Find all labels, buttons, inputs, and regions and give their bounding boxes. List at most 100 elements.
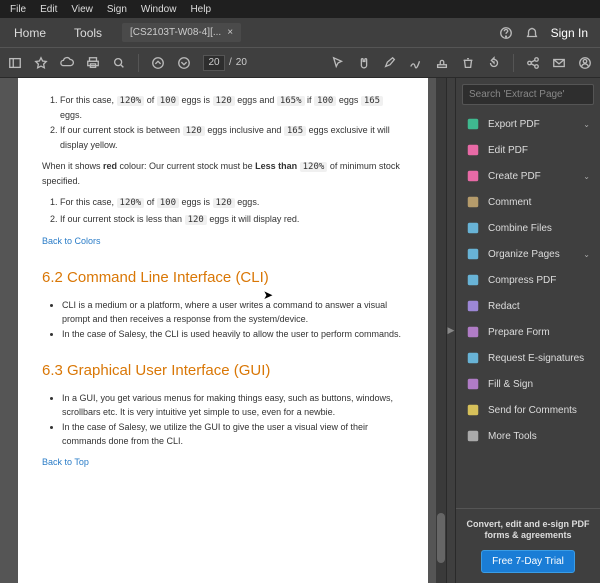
tool-label: Request E-signatures <box>488 353 590 364</box>
tool-export-pdf[interactable]: Export PDF ⌄ <box>456 111 600 137</box>
tool-prepare-form[interactable]: Prepare Form <box>456 319 600 345</box>
tools-button[interactable]: Tools <box>60 20 116 46</box>
tool-redact[interactable]: Redact <box>456 293 600 319</box>
stamp-icon[interactable] <box>435 56 449 70</box>
list-item: In a GUI, you get various menus for maki… <box>62 392 404 419</box>
back-to-colors-link[interactable]: Back to Colors <box>42 236 101 246</box>
chevron-down-icon: ⌄ <box>583 172 590 181</box>
tool-label: Fill & Sign <box>488 379 590 390</box>
tool-icon <box>466 221 480 235</box>
tool-label: Compress PDF <box>488 275 590 286</box>
list-item: In the case of Salesy, the CLI is used h… <box>62 328 404 342</box>
page-down-icon[interactable] <box>177 56 191 70</box>
menubar: File Edit View Sign Window Help <box>0 0 600 18</box>
page-total: 20 <box>236 57 247 68</box>
tool-label: Prepare Form <box>488 327 590 338</box>
promo-box: Convert, edit and e-sign PDF forms & agr… <box>456 508 600 583</box>
tool-request-e-signatures[interactable]: Request E-signatures <box>456 345 600 371</box>
tab-title: [CS2103T-W08-4][... <box>130 27 221 38</box>
tool-label: Export PDF <box>488 119 575 130</box>
menu-view[interactable]: View <box>65 2 99 17</box>
tool-icon <box>466 247 480 261</box>
page-current-input[interactable] <box>203 55 225 71</box>
menu-file[interactable]: File <box>4 2 32 17</box>
share-icon[interactable] <box>526 56 540 70</box>
profile-icon[interactable] <box>578 56 592 70</box>
chevron-down-icon: ⌄ <box>583 120 590 129</box>
tool-organize-pages[interactable]: Organize Pages ⌄ <box>456 241 600 267</box>
document-area: For this case, 120% of 100 eggs is 120 e… <box>0 78 446 583</box>
list-item: CLI is a medium or a platform, where a u… <box>62 299 404 326</box>
menu-sign[interactable]: Sign <box>101 2 133 17</box>
topbar: Home Tools [CS2103T-W08-4][... × Sign In <box>0 18 600 48</box>
search-tools-input[interactable]: Search 'Extract Page' <box>462 84 594 105</box>
print-icon[interactable] <box>86 56 100 70</box>
sign-icon[interactable] <box>409 56 423 70</box>
list-item: If our current stock is between 120 eggs… <box>60 124 404 152</box>
tool-icon <box>466 195 480 209</box>
highlight-icon[interactable] <box>383 56 397 70</box>
sidebar-icon[interactable] <box>8 56 22 70</box>
tool-icon <box>466 403 480 417</box>
menu-help[interactable]: Help <box>184 2 217 17</box>
promo-text: Convert, edit and e-sign PDF forms & agr… <box>466 519 590 542</box>
tool-icon <box>466 143 480 157</box>
hand-icon[interactable] <box>357 56 371 70</box>
scrollbar[interactable] <box>436 78 446 583</box>
right-panel: Search 'Extract Page' Export PDF ⌄ Edit PD… <box>456 78 600 583</box>
heading-cli: 6.2 Command Line Interface (CLI) <box>42 267 404 290</box>
tool-create-pdf[interactable]: Create PDF ⌄ <box>456 163 600 189</box>
signin-button[interactable]: Sign In <box>551 26 588 40</box>
help-icon[interactable] <box>499 26 513 40</box>
tool-icon <box>466 325 480 339</box>
tool-label: Send for Comments <box>488 405 590 416</box>
tool-comment[interactable]: Comment <box>456 189 600 215</box>
menu-edit[interactable]: Edit <box>34 2 63 17</box>
chevron-right-icon: ▶ <box>448 325 455 336</box>
list-item: In the case of Salesy, we utilize the GU… <box>62 421 404 448</box>
tool-icon <box>466 351 480 365</box>
mail-icon[interactable] <box>552 56 566 70</box>
tool-label: Combine Files <box>488 223 590 234</box>
list-item: For this case, 120% of 100 eggs is 120 e… <box>60 196 404 211</box>
tool-icon <box>466 117 480 131</box>
tool-edit-pdf[interactable]: Edit PDF <box>456 137 600 163</box>
tool-send-for-comments[interactable]: Send for Comments <box>456 397 600 423</box>
notification-icon[interactable] <box>525 26 539 40</box>
document-tab[interactable]: [CS2103T-W08-4][... × <box>122 23 241 42</box>
back-to-top-link[interactable]: Back to Top <box>42 457 89 467</box>
list-item: If our current stock is less than 120 eg… <box>60 213 404 228</box>
rotate-icon[interactable] <box>487 56 501 70</box>
cloud-icon[interactable] <box>60 56 74 70</box>
body-text: When it shows red colour: Our current st… <box>42 160 404 188</box>
page-number: / 20 <box>203 55 247 71</box>
tool-icon <box>466 299 480 313</box>
menu-window[interactable]: Window <box>135 2 183 17</box>
collapse-rail[interactable]: ▶ <box>446 78 456 583</box>
tool-icon <box>466 169 480 183</box>
tool-compress-pdf[interactable]: Compress PDF <box>456 267 600 293</box>
chevron-down-icon: ⌄ <box>583 250 590 259</box>
page-up-icon[interactable] <box>151 56 165 70</box>
close-icon[interactable]: × <box>227 27 233 38</box>
page-content: For this case, 120% of 100 eggs is 120 e… <box>18 78 428 583</box>
tool-combine-files[interactable]: Combine Files <box>456 215 600 241</box>
free-trial-button[interactable]: Free 7-Day Trial <box>481 550 575 573</box>
tool-fill-sign[interactable]: Fill & Sign <box>456 371 600 397</box>
tool-icon <box>466 273 480 287</box>
search-icon[interactable] <box>112 56 126 70</box>
heading-gui: 6.3 Graphical User Interface (GUI) <box>42 360 404 383</box>
star-icon[interactable] <box>34 56 48 70</box>
tool-label: Edit PDF <box>488 145 590 156</box>
tool-icon <box>466 377 480 391</box>
tool-more-tools[interactable]: More Tools <box>456 423 600 449</box>
select-icon[interactable] <box>331 56 345 70</box>
delete-icon[interactable] <box>461 56 475 70</box>
tool-label: Comment <box>488 197 590 208</box>
toolbar: / 20 <box>0 48 600 78</box>
home-button[interactable]: Home <box>0 20 60 46</box>
tool-label: More Tools <box>488 431 590 442</box>
tool-label: Create PDF <box>488 171 575 182</box>
tool-label: Organize Pages <box>488 249 575 260</box>
tool-icon <box>466 429 480 443</box>
